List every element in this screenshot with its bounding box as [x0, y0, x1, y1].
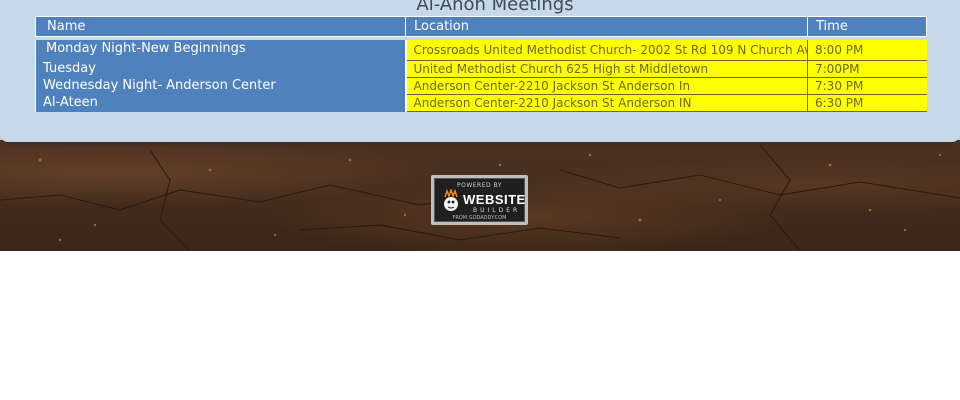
meeting-time: 8:00 PM [807, 40, 927, 61]
content-panel: Al-Anon Meetings Name Location Time Mond… [0, 0, 960, 142]
meeting-location: Anderson Center-2210 Jackson St Anderson… [405, 77, 808, 95]
meeting-time: 6:30 PM [807, 94, 927, 112]
website-builder-badge[interactable]: POWERED BY WEBSITE BUILDER FROM GODADDY.… [431, 175, 528, 225]
meeting-name: Al-Ateen [43, 95, 98, 110]
meeting-names-cell: Monday Night-New Beginnings Tuesday Wedn… [35, 40, 407, 112]
meeting-name: Wednesday Night- Anderson Center [43, 78, 276, 93]
badge-builder-text: BUILDER [473, 207, 521, 214]
meeting-time: 7:30 PM [807, 77, 927, 95]
godaddy-mascot-icon [444, 189, 458, 211]
badge-inner: POWERED BY WEBSITE BUILDER FROM GODADDY.… [434, 178, 525, 222]
meeting-name: Monday Night-New Beginnings [46, 41, 246, 56]
meeting-location: Anderson Center-2210 Jackson St Anderson… [405, 94, 808, 112]
header-time: Time [807, 16, 927, 37]
badge-from-text: FROM GODADDY.COM [452, 215, 507, 221]
meeting-name: Tuesday [43, 61, 96, 76]
meetings-table: Name Location Time Monday Night-New Begi… [35, 16, 927, 112]
header-name: Name [35, 16, 406, 37]
meeting-time: 7:00PM [807, 60, 927, 78]
badge-website-text: WEBSITE [463, 192, 526, 207]
table-row: Monday Night-New Beginnings Tuesday Wedn… [35, 40, 927, 112]
table-header-row: Name Location Time [35, 16, 927, 37]
header-location: Location [405, 16, 808, 37]
meeting-location: United Methodist Church 625 High st Midd… [405, 60, 808, 78]
badge-powered-text: POWERED BY [456, 182, 502, 189]
meeting-location: Crossroads United Methodist Church- 2002… [405, 40, 808, 61]
page-title: Al-Anon Meetings [416, 0, 574, 15]
